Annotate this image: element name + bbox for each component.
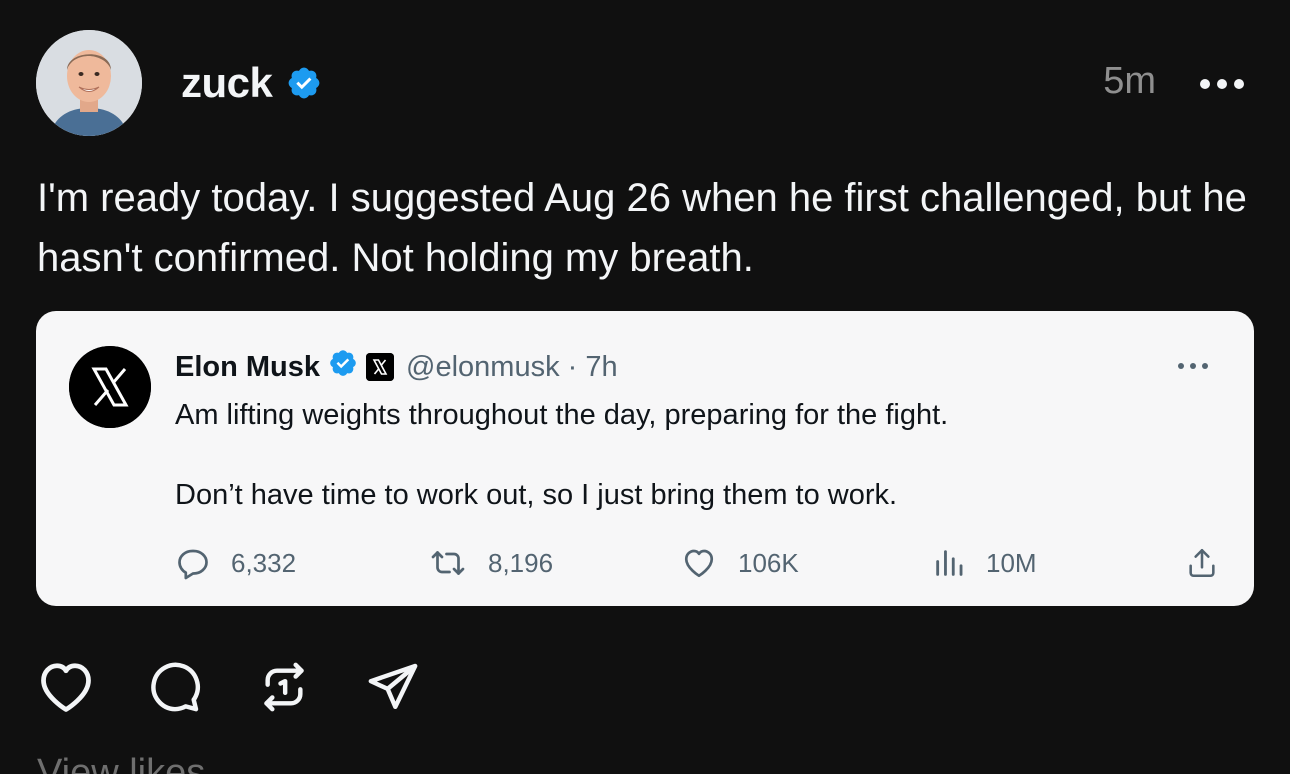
tweet-body-line: Don’t have time to work out, so I just b… bbox=[175, 479, 898, 511]
x-logo-icon bbox=[69, 346, 151, 428]
embedded-tweet-card[interactable]: Elon Musk @elonmusk · 7h Am lifting weig… bbox=[36, 311, 1254, 606]
comment-button[interactable] bbox=[145, 657, 205, 717]
post-timestamp: 5m bbox=[1103, 60, 1156, 102]
repost-button[interactable] bbox=[254, 657, 314, 717]
username[interactable]: zuck bbox=[181, 59, 273, 107]
views-chart-icon bbox=[932, 545, 966, 581]
heart-icon bbox=[36, 659, 96, 715]
verified-badge-icon bbox=[286, 65, 322, 101]
views-count: 10M bbox=[986, 547, 1037, 578]
tweet-actions: 6,332 8,196 106K 10M bbox=[175, 541, 1215, 585]
repost-icon bbox=[428, 545, 468, 581]
view-likes-link[interactable]: View likes bbox=[37, 752, 205, 774]
heart-icon bbox=[680, 545, 718, 581]
repost-icon bbox=[256, 659, 312, 715]
avatar[interactable] bbox=[36, 30, 142, 136]
tweet-handle-time: @elonmusk · 7h bbox=[406, 350, 618, 383]
tweet-verified-badge-icon bbox=[328, 348, 358, 386]
repost-count: 8,196 bbox=[488, 547, 554, 578]
send-icon bbox=[365, 659, 421, 715]
reply-count: 6,332 bbox=[231, 547, 297, 578]
tweet-header: Elon Musk @elonmusk · 7h bbox=[175, 347, 618, 387]
tweet-body: Am lifting weights throughout the day, p… bbox=[175, 395, 1205, 515]
like-count: 106K bbox=[738, 547, 799, 578]
send-button[interactable] bbox=[363, 657, 423, 717]
post-text: I'm ready today. I suggested Aug 26 when… bbox=[37, 176, 1259, 280]
threads-post: zuck 5m I'm ready today. I suggested Aug… bbox=[0, 0, 1290, 774]
reply-action[interactable]: 6,332 bbox=[175, 541, 296, 585]
share-action[interactable] bbox=[1185, 541, 1219, 585]
views-action[interactable]: 10M bbox=[932, 541, 1037, 585]
x-affiliate-badge-icon bbox=[366, 353, 395, 381]
like-action[interactable]: 106K bbox=[680, 541, 799, 585]
tweet-more-icon[interactable] bbox=[1176, 359, 1210, 373]
tweet-author-name[interactable]: Elon Musk bbox=[175, 351, 320, 384]
repost-action[interactable]: 8,196 bbox=[428, 541, 553, 585]
tweet-body-line: Am lifting weights throughout the day, p… bbox=[175, 399, 949, 431]
author-row: zuck bbox=[181, 58, 322, 108]
comment-icon bbox=[147, 659, 203, 715]
post-actions bbox=[36, 657, 423, 717]
more-horizontal-icon[interactable] bbox=[1198, 72, 1246, 96]
share-icon bbox=[1185, 545, 1219, 581]
reply-icon bbox=[175, 545, 211, 581]
like-button[interactable] bbox=[36, 657, 96, 717]
